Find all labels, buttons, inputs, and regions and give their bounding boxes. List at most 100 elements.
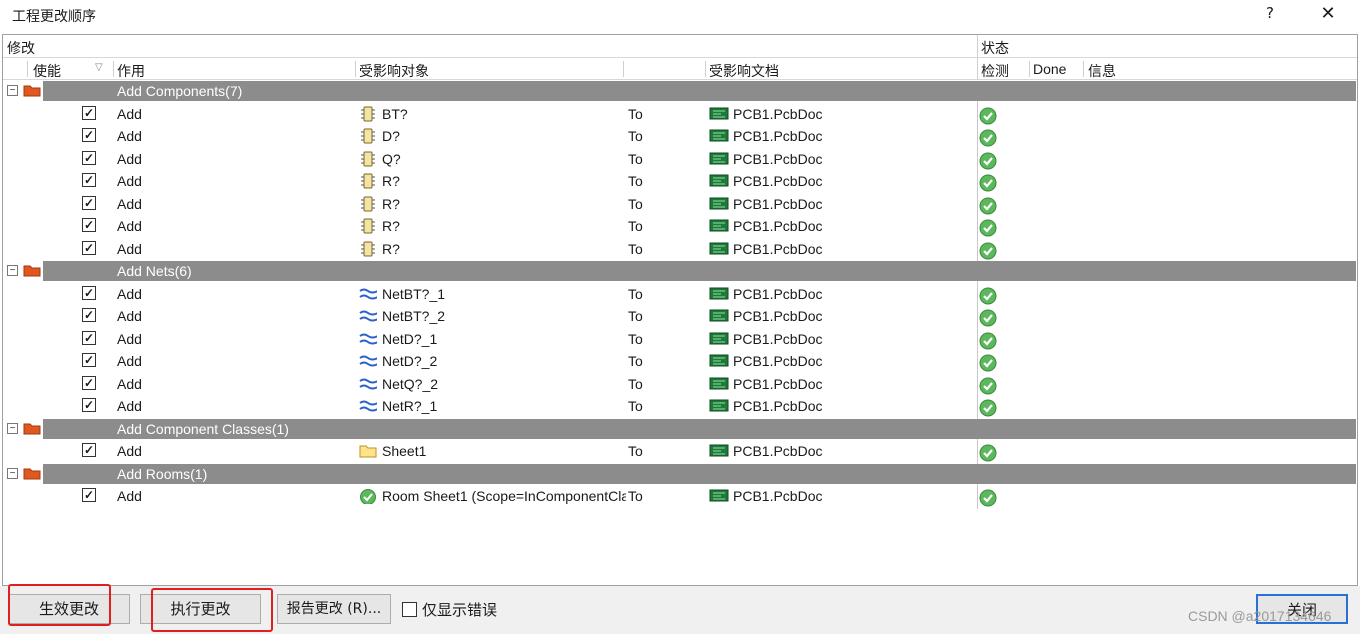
- enable-checkbox[interactable]: ✓: [82, 195, 96, 210]
- group-row[interactable]: − Add Components(7): [3, 81, 1357, 104]
- pcb-document-icon: [709, 107, 729, 120]
- group-header-modify: 修改: [7, 41, 35, 57]
- enable-checkbox[interactable]: ✓: [82, 128, 96, 142]
- affected-document-cell: PCB1.PcbDoc: [733, 195, 823, 212]
- header-column-row: 使能 ▽ 作用 受影响对象 受影响文档 检测 Done 信息: [3, 58, 1357, 80]
- pcb-document-icon: [709, 152, 729, 165]
- folder-icon: [23, 467, 41, 480]
- only-show-errors-checkbox[interactable]: [402, 602, 417, 617]
- action-cell: Add: [117, 218, 142, 234]
- action-cell: Add: [117, 353, 142, 369]
- enable-checkbox[interactable]: ✓: [82, 308, 96, 322]
- group-row[interactable]: − Add Nets(6): [3, 261, 1357, 284]
- table-row[interactable]: ✓ Add R? To PCB1.PcbDoc: [3, 194, 1357, 217]
- affected-object-cell: R?: [382, 218, 400, 234]
- affected-document-cell: PCB1.PcbDoc: [733, 308, 823, 324]
- enable-checkbox[interactable]: ✓: [82, 218, 96, 232]
- collapse-toggle-icon[interactable]: −: [7, 265, 18, 276]
- table-row[interactable]: ✓ Add Q? To PCB1.PcbDoc: [3, 149, 1357, 172]
- help-button[interactable]: ?: [1262, 4, 1278, 22]
- check-ok-icon: [979, 332, 997, 350]
- action-cell: Add: [117, 195, 142, 212]
- enable-checkbox[interactable]: ✓: [82, 443, 96, 457]
- to-cell: To: [628, 375, 643, 392]
- pcb-document-icon: [709, 219, 729, 232]
- table-row[interactable]: ✓ Add NetD?_1 To PCB1.PcbDoc: [3, 329, 1357, 352]
- enable-checkbox[interactable]: ✓: [82, 285, 96, 300]
- action-cell: Add: [117, 398, 142, 414]
- component-icon: [359, 128, 377, 144]
- enable-checkbox[interactable]: ✓: [82, 105, 96, 120]
- net-icon: [359, 353, 377, 369]
- column-header-done[interactable]: Done: [1033, 61, 1066, 77]
- enable-checkbox[interactable]: ✓: [82, 173, 96, 187]
- check-ok-icon: [979, 444, 997, 462]
- to-cell: To: [628, 488, 643, 504]
- component-icon: [359, 241, 377, 257]
- check-ok-icon: [979, 242, 997, 260]
- action-cell: Add: [117, 375, 142, 392]
- table-row[interactable]: ✓ Add NetQ?_2 To PCB1.PcbDoc: [3, 374, 1357, 397]
- pcb-document-icon: [709, 287, 729, 300]
- table-row[interactable]: ✓ Add NetBT?_1 To PCB1.PcbDoc: [3, 284, 1357, 307]
- enable-checkbox[interactable]: ✓: [82, 375, 96, 390]
- net-icon: [359, 376, 377, 392]
- to-cell: To: [628, 285, 643, 302]
- enable-checkbox[interactable]: ✓: [82, 488, 96, 502]
- pcb-document-icon: [709, 129, 729, 142]
- pcb-document-icon: [709, 174, 729, 187]
- collapse-toggle-icon[interactable]: −: [7, 85, 18, 96]
- table-row[interactable]: ✓ Add NetD?_2 To PCB1.PcbDoc: [3, 351, 1357, 374]
- highlight-validate: [8, 584, 111, 626]
- enable-checkbox[interactable]: ✓: [82, 398, 96, 412]
- check-ok-icon: [979, 152, 997, 170]
- collapse-toggle-icon[interactable]: −: [7, 422, 18, 434]
- window-title: 工程更改顺序: [12, 9, 96, 25]
- affected-document-cell: PCB1.PcbDoc: [733, 285, 823, 302]
- table-row[interactable]: ✓ Add NetBT?_2 To PCB1.PcbDoc: [3, 306, 1357, 329]
- table-row[interactable]: ✓ Add R? To PCB1.PcbDoc: [3, 239, 1357, 262]
- check-ok-icon: [979, 489, 997, 507]
- action-cell: Add: [117, 173, 142, 189]
- enable-checkbox[interactable]: ✓: [82, 150, 96, 165]
- title-bar: 工程更改顺序 ? ✕: [0, 0, 1360, 30]
- table-row[interactable]: ✓ Add D? To PCB1.PcbDoc: [3, 126, 1357, 149]
- affected-document-cell: PCB1.PcbDoc: [733, 105, 823, 122]
- column-header-enable[interactable]: 使能: [33, 61, 61, 81]
- column-header-action[interactable]: 作用: [117, 61, 145, 81]
- collapse-toggle-icon[interactable]: −: [7, 467, 18, 479]
- to-cell: To: [628, 398, 643, 414]
- group-label: Add Rooms(1): [117, 465, 208, 482]
- filter-icon[interactable]: ▽: [95, 62, 103, 73]
- enable-checkbox[interactable]: ✓: [82, 330, 96, 345]
- changes-grid: 修改 状态 使能 ▽ 作用 受影响对象 受影响文档 检测 Done 信息 − Ad…: [2, 34, 1358, 586]
- enable-checkbox[interactable]: ✓: [82, 240, 96, 255]
- pcb-document-icon: [709, 197, 729, 210]
- action-cell: Add: [117, 240, 142, 257]
- column-header-affected-document[interactable]: 受影响文档: [709, 61, 779, 81]
- affected-document-cell: PCB1.PcbDoc: [733, 353, 823, 369]
- group-header-status: 状态: [981, 41, 1009, 57]
- report-changes-button[interactable]: 报告更改 (R)...: [277, 594, 391, 624]
- folder-icon: [23, 264, 41, 277]
- table-row[interactable]: ✓ Add Room Sheet1 (Scope=InComponentClass T…: [3, 486, 1357, 509]
- table-row[interactable]: ✓ Add R? To PCB1.PcbDoc: [3, 216, 1357, 239]
- affected-object-cell: R?: [382, 195, 400, 212]
- table-row[interactable]: ✓ Add R? To PCB1.PcbDoc: [3, 171, 1357, 194]
- column-header-message[interactable]: 信息: [1088, 61, 1116, 81]
- table-row[interactable]: ✓ Add BT? To PCB1.PcbDoc: [3, 104, 1357, 127]
- close-window-button[interactable]: ✕: [1318, 3, 1338, 24]
- column-header-check[interactable]: 检测: [981, 61, 1009, 81]
- pcb-document-icon: [709, 377, 729, 390]
- enable-checkbox[interactable]: ✓: [82, 353, 96, 367]
- group-row[interactable]: − Add Rooms(1): [3, 463, 1357, 487]
- affected-document-cell: PCB1.PcbDoc: [733, 443, 823, 459]
- check-ok-icon: [979, 377, 997, 395]
- group-row[interactable]: − Add Component Classes(1): [3, 418, 1357, 442]
- affected-object-cell: NetBT?_2: [382, 308, 446, 324]
- table-row[interactable]: ✓ Add Sheet1 To PCB1.PcbDoc: [3, 441, 1357, 464]
- to-cell: To: [628, 173, 643, 189]
- column-header-affected-object[interactable]: 受影响对象: [359, 61, 429, 81]
- to-cell: To: [628, 195, 643, 212]
- table-row[interactable]: ✓ Add NetR?_1 To PCB1.PcbDoc: [3, 396, 1357, 419]
